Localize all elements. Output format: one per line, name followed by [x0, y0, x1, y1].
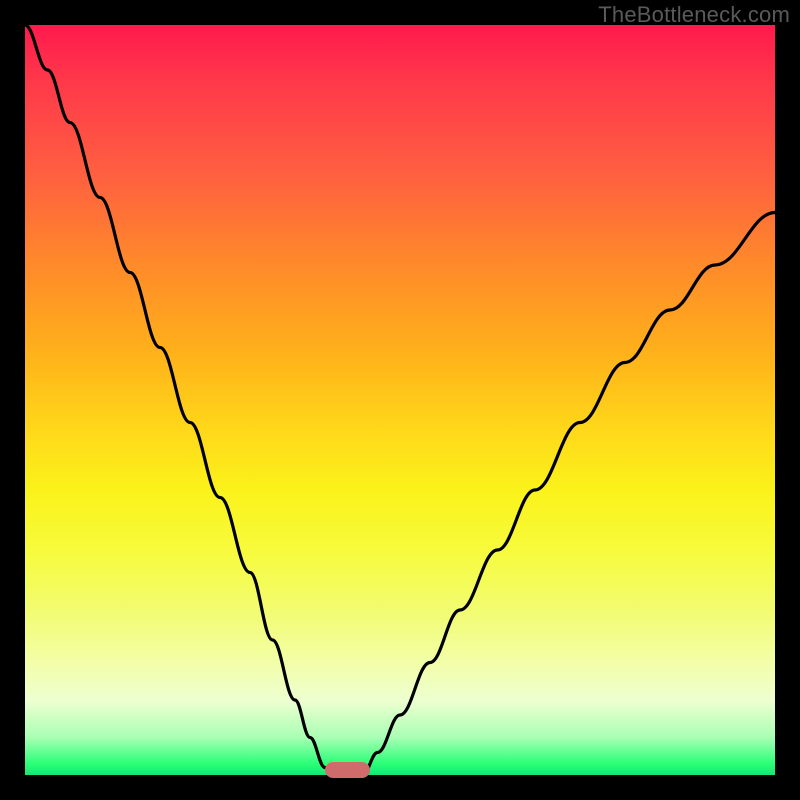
bottleneck-marker	[325, 762, 370, 778]
left-curve-path	[25, 25, 333, 775]
watermark-text: TheBottleneck.com	[598, 2, 790, 28]
curve-layer	[25, 25, 775, 775]
chart-area	[25, 25, 775, 775]
right-curve-path	[363, 213, 776, 776]
page-root: TheBottleneck.com	[0, 0, 800, 800]
